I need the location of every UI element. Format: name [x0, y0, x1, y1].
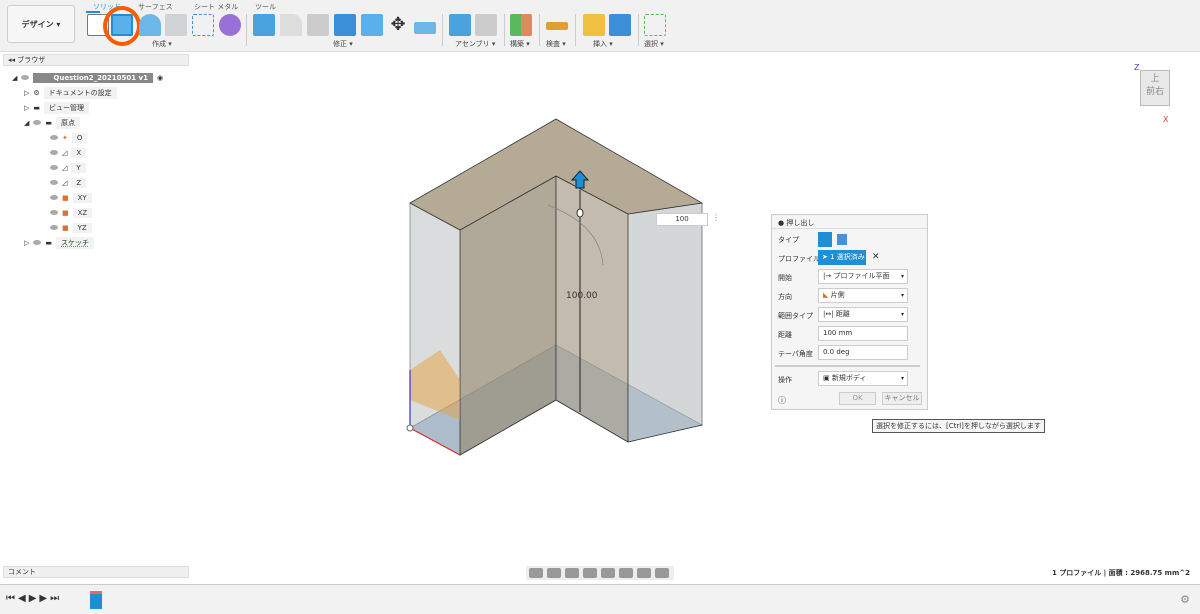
clear-selection-icon[interactable]: ✕ — [872, 252, 880, 262]
timeline-sketch-feature[interactable] — [90, 591, 102, 609]
x-axis-label: X — [1163, 115, 1169, 124]
comment-panel[interactable]: コメント — [3, 566, 189, 578]
extrude-dialog: ● 押し出し タイプ プロファイル ➤ 1 選択済み ✕ 開始 |→ プロファイ… — [771, 214, 928, 410]
info-icon[interactable]: ⓘ — [778, 395, 786, 406]
taper-angle-field[interactable]: 0.0 deg — [818, 345, 908, 360]
look-at-icon[interactable] — [547, 568, 561, 578]
model-viewport[interactable]: 100.00 — [0, 0, 1200, 614]
operation-select[interactable]: ▣ 新規ボディ ▾ — [818, 371, 908, 386]
pan-icon[interactable] — [565, 568, 579, 578]
distance-field[interactable]: 100 mm — [818, 326, 908, 341]
ok-button[interactable]: OK — [839, 392, 876, 405]
zoom-window-icon[interactable] — [583, 568, 597, 578]
cancel-button[interactable]: キャンセル — [882, 392, 922, 405]
dialog-header: ● 押し出し — [772, 215, 927, 229]
orbit-icon[interactable] — [529, 568, 543, 578]
viewports-icon[interactable] — [655, 568, 669, 578]
more-icon[interactable]: ⋮ — [712, 213, 720, 222]
z-axis-label: Z — [1134, 63, 1140, 72]
zoom-icon[interactable] — [601, 568, 615, 578]
distance-input[interactable]: 100 — [656, 213, 708, 226]
left-face — [409, 202, 461, 456]
viewcube[interactable]: 上前右 — [1140, 70, 1170, 106]
thin-type-button[interactable] — [837, 234, 847, 245]
direction-select[interactable]: ◣ 片側 ▾ — [818, 288, 908, 303]
profile-selection-button[interactable]: ➤ 1 選択済み — [818, 250, 866, 265]
timeline: ⏮◀▶▶⏭ ⚙ — [0, 584, 1200, 614]
collapse-icon: ● — [778, 219, 785, 227]
dimension-label: 100.00 — [566, 291, 598, 301]
right-face — [627, 202, 703, 443]
status-readout: 1 プロファイル | 面積 : 2968.75 mm^2 — [1051, 569, 1190, 577]
display-settings-icon[interactable] — [619, 568, 633, 578]
inner-right-face — [555, 175, 629, 443]
timeline-controls[interactable]: ⏮◀▶▶⏭ — [6, 593, 62, 604]
timeline-settings-icon[interactable]: ⚙ — [1180, 593, 1190, 606]
solid-type-button[interactable] — [818, 232, 832, 247]
navigation-bar — [526, 566, 674, 580]
tooltip: 選択を修正するには、[Ctrl]を押しながら選択します — [872, 419, 1045, 433]
extent-type-select[interactable]: |↔| 距離 ▾ — [818, 307, 908, 322]
grid-icon[interactable] — [637, 568, 651, 578]
start-select[interactable]: |→ プロファイル平面 ▾ — [818, 269, 908, 284]
